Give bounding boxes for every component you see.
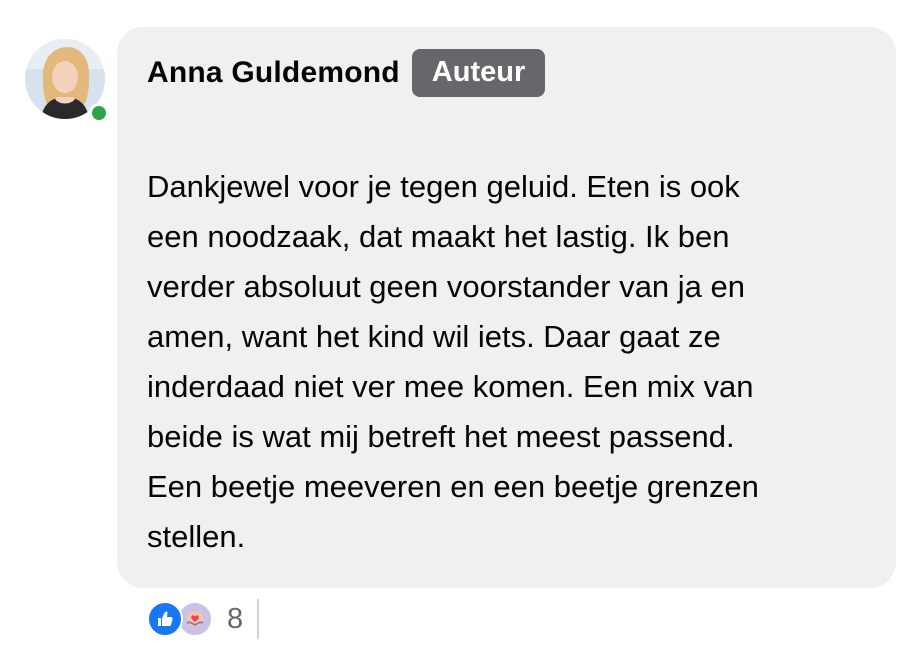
online-status-dot <box>89 103 109 123</box>
comment-header: Anna Guldemond Auteur <box>147 48 546 98</box>
author-name[interactable]: Anna Guldemond <box>147 56 400 90</box>
comment-text: Dankjewel voor je tegen geluid. Eten is … <box>147 169 759 554</box>
avatar[interactable] <box>25 39 109 123</box>
reactions-summary[interactable]: 8 <box>147 598 260 640</box>
like-icon <box>147 601 183 637</box>
reaction-count: 8 <box>227 602 244 635</box>
author-badge: Auteur <box>411 49 546 97</box>
divider <box>257 599 260 639</box>
